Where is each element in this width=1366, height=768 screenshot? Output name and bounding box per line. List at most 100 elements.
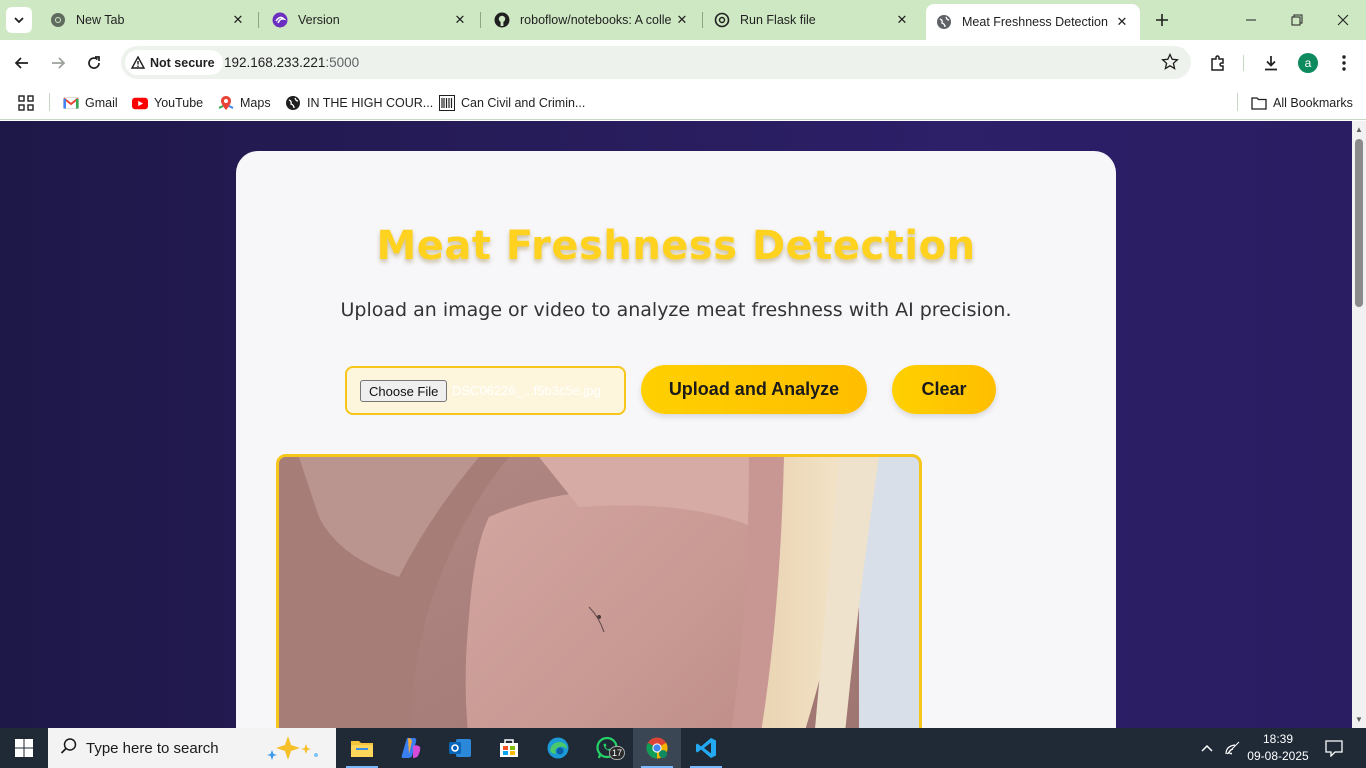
close-icon[interactable]: ✕ — [672, 10, 692, 30]
scroll-thumb[interactable] — [1355, 139, 1363, 307]
tab-title: Meat Freshness Detection — [962, 15, 1108, 29]
all-bookmarks-button[interactable]: All Bookmarks — [1251, 92, 1353, 114]
back-button[interactable] — [8, 49, 36, 77]
page-viewport: Meat Freshness Detection Upload an image… — [0, 121, 1352, 728]
close-icon[interactable]: ✕ — [450, 10, 470, 30]
taskbar-copilot[interactable] — [387, 728, 435, 768]
chevron-down-icon — [14, 17, 24, 24]
bookmark-high-court[interactable]: IN THE HIGH COUR... — [285, 92, 433, 114]
taskbar-search[interactable]: Type here to search — [48, 728, 336, 768]
clock-time: 18:39 — [1262, 732, 1294, 746]
bookmark-gmail[interactable]: Gmail — [63, 92, 118, 114]
tab-meat-freshness[interactable]: Meat Freshness Detection ✕ — [926, 4, 1140, 40]
downloads-button[interactable] — [1258, 50, 1284, 76]
toolbar-separator — [1243, 55, 1244, 71]
minimize-button[interactable] — [1228, 0, 1274, 40]
page-scrollbar[interactable]: ▲ ▼ — [1352, 121, 1366, 728]
taskbar-vscode[interactable] — [682, 728, 730, 768]
upload-analyze-button[interactable]: Upload and Analyze — [641, 365, 867, 414]
windows-taskbar: Type here to search 17 18:39 09-08-2025 — [0, 728, 1366, 768]
gmail-icon — [63, 95, 79, 111]
apps-grid-icon — [18, 95, 34, 111]
chrome-icon — [50, 12, 66, 28]
security-chip[interactable]: Not secure — [125, 50, 223, 75]
reload-button[interactable] — [80, 49, 108, 77]
page-subtitle: Upload an image or video to analyze meat… — [340, 299, 1012, 321]
close-icon — [1337, 14, 1349, 26]
choose-file-button[interactable]: Choose File — [360, 380, 448, 402]
bookmark-label: YouTube — [154, 96, 204, 110]
tab-title: roboflow/notebooks: A colle — [520, 13, 672, 27]
bookmark-label: Maps — [240, 96, 271, 110]
bookmark-label: All Bookmarks — [1273, 96, 1353, 110]
selected-file-name: DSC06226_...f5b3c5e.jpg — [452, 383, 601, 398]
notifications-button[interactable] — [1320, 728, 1348, 768]
close-icon[interactable]: ✕ — [228, 10, 248, 30]
outlook-icon — [449, 739, 471, 757]
url-host: 192.168.233.221 — [224, 55, 326, 70]
close-window-button[interactable] — [1320, 0, 1366, 40]
bookmarks-bar: Gmail YouTube Maps IN THE HIGH COUR... C… — [0, 86, 1366, 120]
scroll-up-icon[interactable]: ▲ — [1355, 125, 1363, 134]
tab-title: New Tab — [76, 13, 125, 27]
profile-avatar[interactable]: a — [1298, 53, 1318, 73]
url-port: :5000 — [325, 55, 360, 70]
taskbar-chrome[interactable] — [633, 728, 681, 768]
youtube-icon — [132, 95, 148, 111]
folder-icon — [351, 741, 373, 757]
scroll-down-icon[interactable]: ▼ — [1355, 715, 1363, 724]
taskbar-store[interactable] — [485, 728, 533, 768]
github-icon — [494, 12, 510, 28]
wifi-icon — [1225, 741, 1240, 755]
uploaded-image-preview — [276, 454, 922, 728]
taskbar-edge[interactable] — [534, 728, 582, 768]
copilot-icon — [401, 738, 421, 758]
new-tab-button[interactable] — [1150, 8, 1174, 32]
tab-new-tab[interactable]: New Tab ✕ — [36, 0, 256, 40]
bookmark-star-button[interactable] — [1161, 52, 1179, 76]
start-button[interactable] — [0, 728, 48, 768]
bookmarks-separator — [49, 93, 50, 111]
forward-button[interactable] — [44, 49, 72, 77]
tab-github[interactable]: roboflow/notebooks: A colle ✕ — [480, 0, 700, 40]
chevron-up-icon — [1201, 744, 1213, 752]
kebab-menu-icon — [1342, 55, 1346, 71]
tab-title: Version — [298, 13, 340, 27]
taskbar-file-explorer[interactable] — [338, 728, 386, 768]
file-input[interactable]: Choose File DSC06226_...f5b3c5e.jpg — [345, 366, 626, 415]
browser-toolbar: Not secure 192.168.233.221:5000 a — [0, 40, 1366, 86]
minimize-icon — [1246, 19, 1256, 21]
tab-version[interactable]: Version ✕ — [258, 0, 478, 40]
system-clock[interactable]: 18:39 09-08-2025 — [1244, 731, 1312, 765]
taskbar-outlook[interactable] — [436, 728, 484, 768]
meat-image — [279, 457, 919, 728]
download-icon — [1265, 56, 1277, 71]
clear-button[interactable]: Clear — [892, 365, 996, 414]
network-button[interactable] — [1222, 728, 1244, 768]
extensions-button[interactable] — [1205, 50, 1231, 76]
close-icon[interactable]: ✕ — [1112, 12, 1132, 32]
bookmark-label: IN THE HIGH COUR... — [307, 96, 434, 110]
arrow-left-icon — [14, 57, 28, 69]
tab-title: Run Flask file — [740, 13, 816, 27]
taskbar-whatsapp[interactable]: 17 — [583, 728, 631, 768]
menu-button[interactable] — [1331, 50, 1357, 76]
clock-date: 09-08-2025 — [1247, 749, 1309, 763]
close-icon[interactable]: ✕ — [892, 10, 912, 30]
main-card: Meat Freshness Detection Upload an image… — [236, 151, 1116, 728]
bookmark-maps[interactable]: Maps — [218, 92, 271, 114]
apps-button[interactable] — [18, 92, 34, 114]
store-icon — [500, 739, 518, 757]
tab-run-flask[interactable]: Run Flask file ✕ — [700, 0, 920, 40]
bookmark-civil-criminal[interactable]: Can Civil and Crimin... — [439, 92, 585, 114]
tray-overflow-button[interactable] — [1196, 728, 1218, 768]
bookmark-youtube[interactable]: YouTube — [132, 92, 203, 114]
chrome-icon — [646, 737, 668, 759]
reload-icon — [88, 56, 100, 69]
restore-button[interactable] — [1274, 0, 1320, 40]
tab-search-button[interactable] — [6, 7, 32, 33]
url-text[interactable]: 192.168.233.221:5000 — [224, 55, 359, 70]
arrow-right-icon — [52, 57, 66, 69]
address-bar[interactable]: Not secure 192.168.233.221:5000 — [121, 46, 1191, 79]
plus-icon — [1156, 14, 1168, 26]
